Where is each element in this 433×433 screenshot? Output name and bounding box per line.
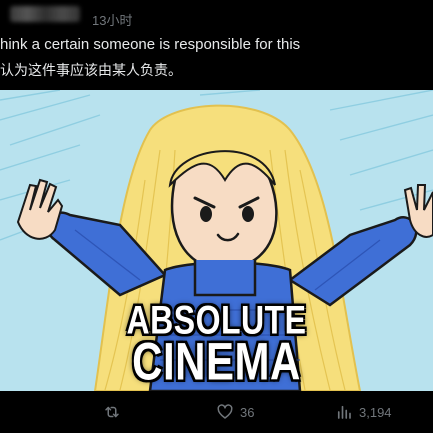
retweet-icon <box>103 403 121 421</box>
bar-chart-icon <box>335 403 353 421</box>
like-count: 36 <box>240 404 255 420</box>
retweet-button[interactable] <box>103 403 121 421</box>
like-button[interactable]: 36 <box>216 403 254 421</box>
blurred-username[interactable] <box>10 6 80 22</box>
tweet-media-image[interactable]: ABSOLUTE CINEMA <box>0 90 433 391</box>
tweet-translation: 认为这件事应该由某人负责。 <box>0 62 182 78</box>
tweet-header: 13小时 <box>0 0 433 28</box>
tweet-timestamp[interactable]: 13小时 <box>92 10 132 29</box>
tweet-text: hink a certain someone is responsible fo… <box>0 34 433 56</box>
tweet-text-line: hink a certain someone is responsible fo… <box>0 36 301 53</box>
views-button[interactable]: 3,194 <box>335 403 392 421</box>
tweet-action-bar: 36 3,194 <box>0 397 433 429</box>
heart-icon <box>216 403 234 421</box>
meme-caption-line2: CINEMA <box>132 332 301 391</box>
views-count: 3,194 <box>359 404 392 420</box>
